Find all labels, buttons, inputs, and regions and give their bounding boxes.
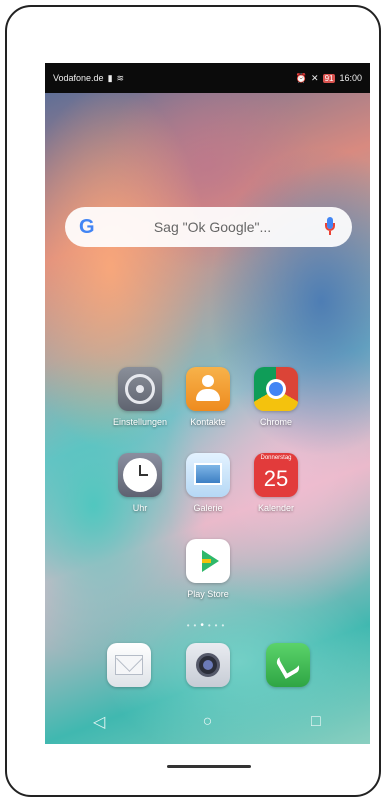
calendar-weekday: Donnerstag — [260, 455, 292, 461]
settings-icon — [118, 367, 162, 411]
mute-icon: ✕ — [311, 72, 319, 83]
camera-icon[interactable] — [186, 643, 230, 687]
recents-button[interactable]: □ — [296, 713, 336, 731]
home-button[interactable]: ○ — [187, 713, 227, 731]
mail-icon[interactable] — [107, 643, 151, 687]
app-label: Chrome — [259, 417, 292, 427]
app-settings[interactable]: Einstellungen — [105, 367, 175, 427]
app-label: Play Store — [187, 589, 229, 599]
page-indicator: •••••• — [186, 620, 229, 631]
calendar-date: 25 — [263, 466, 289, 491]
search-placeholder: Sag "Ok Google"... — [153, 219, 272, 235]
calendar-icon: Donnerstag 25 — [254, 453, 298, 497]
clock-time: 16:00 — [339, 73, 362, 83]
battery-indicator: 91 — [322, 73, 336, 83]
app-label: Uhr — [132, 503, 148, 513]
status-bar: Vodafone.de ▮ ≋ ⏰ ✕ 91 16:00 — [45, 63, 370, 93]
app-label: Einstellungen — [112, 417, 168, 427]
google-search-bar[interactable]: G Sag "Ok Google"... — [65, 207, 352, 247]
phone-frame: Vodafone.de ▮ ≋ ⏰ ✕ 91 16:00 G Sag "Ok G… — [5, 5, 381, 797]
back-button[interactable]: ◁ — [79, 712, 119, 732]
wifi-icon: ≋ — [116, 72, 125, 83]
app-chrome[interactable]: Chrome — [241, 367, 311, 427]
alarm-icon: ⏰ — [295, 72, 308, 83]
carrier-label: Vodafone.de — [53, 73, 104, 83]
mic-icon[interactable] — [322, 217, 338, 237]
app-contacts[interactable]: Kontakte — [173, 367, 243, 427]
app-clock[interactable]: Uhr — [105, 453, 175, 513]
app-label: Kalender — [257, 503, 295, 513]
contacts-icon — [186, 367, 230, 411]
google-logo-icon: G — [79, 215, 95, 238]
navigation-bar: ◁ ○ □ — [45, 700, 370, 744]
app-gallery[interactable]: Galerie — [173, 453, 243, 513]
gallery-icon — [186, 453, 230, 497]
app-label: Galerie — [193, 503, 223, 513]
phone-icon[interactable] — [266, 643, 310, 687]
home-screen: Vodafone.de ▮ ≋ ⏰ ✕ 91 16:00 G Sag "Ok G… — [45, 63, 370, 744]
chrome-icon — [254, 367, 298, 411]
signal-icon: ▮ — [107, 72, 113, 83]
play-store-icon — [186, 539, 230, 583]
app-play-store[interactable]: Play Store — [173, 539, 243, 599]
clock-icon — [118, 453, 162, 497]
app-label: Kontakte — [190, 417, 226, 427]
app-calendar[interactable]: Donnerstag 25 Kalender — [241, 453, 311, 513]
